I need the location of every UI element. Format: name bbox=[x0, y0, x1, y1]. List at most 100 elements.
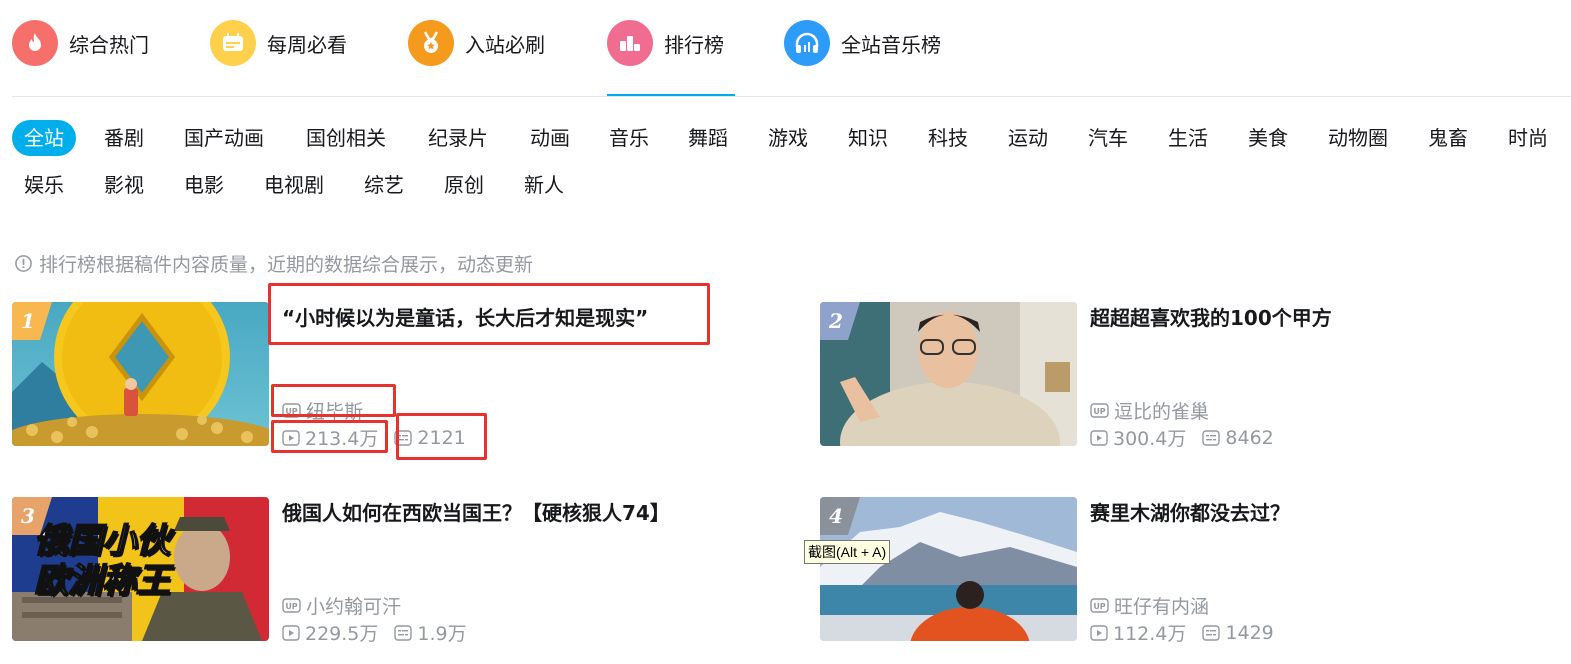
danmaku-count-value: 8462 bbox=[1225, 426, 1274, 449]
category-tab[interactable]: 舞蹈 bbox=[688, 120, 728, 156]
category-tab[interactable]: 电视剧 bbox=[264, 167, 324, 203]
nav-item-weekly[interactable]: 每周必看 bbox=[210, 20, 347, 66]
video-stats: 213.4万 2121 bbox=[282, 424, 482, 451]
category-tab[interactable]: 生活 bbox=[1168, 120, 1208, 156]
headphones-icon bbox=[784, 20, 830, 66]
screenshot-tooltip: 截图(Alt + A) bbox=[804, 540, 891, 564]
category-tab[interactable]: 游戏 bbox=[768, 120, 808, 156]
danmaku-count-value: 1.9万 bbox=[417, 623, 467, 645]
view-count-value: 300.4万 bbox=[1113, 428, 1187, 450]
nav-item-label: 全站音乐榜 bbox=[841, 32, 941, 57]
category-tab[interactable]: 知识 bbox=[848, 120, 888, 156]
nav-item-hot[interactable]: 综合热门 bbox=[12, 20, 149, 66]
nav-item-label: 排行榜 bbox=[664, 32, 724, 57]
calendar-icon bbox=[210, 20, 256, 66]
play-count-icon bbox=[1090, 429, 1108, 446]
category-tab[interactable]: 音乐 bbox=[609, 120, 649, 156]
view-count-value: 112.4万 bbox=[1113, 623, 1187, 645]
video-title[interactable]: “小时候以为是童话，长大后才知是现实” bbox=[282, 302, 648, 331]
danmaku-count: 1429 bbox=[1202, 621, 1274, 644]
category-tab[interactable]: 全站 bbox=[12, 120, 76, 156]
video-card[interactable]: 4 赛里木湖你都没去过？ UP 旺仔有内涵 112.4万 1429 bbox=[820, 497, 1540, 646]
category-tab[interactable]: 综艺 bbox=[364, 167, 404, 203]
category-tab[interactable]: 纪录片 bbox=[428, 120, 488, 156]
danmaku-icon bbox=[394, 429, 413, 446]
nav-item-ranking[interactable]: 排行榜 bbox=[607, 20, 735, 96]
play-count-icon bbox=[1090, 624, 1108, 641]
danmaku-count-value: 2121 bbox=[417, 426, 466, 449]
danmaku-count: 1.9万 bbox=[394, 619, 467, 646]
uploader-name: 逗比的雀巢 bbox=[1114, 401, 1210, 423]
category-tab[interactable]: 动画 bbox=[530, 120, 570, 156]
svg-text:UP: UP bbox=[1093, 602, 1105, 611]
fire-icon bbox=[12, 20, 58, 66]
uploader-name: 纽毕斯 bbox=[306, 401, 364, 423]
video-stats: 300.4万 8462 bbox=[1090, 424, 1290, 451]
category-tab[interactable]: 鬼畜 bbox=[1428, 120, 1468, 156]
view-count-value: 229.5万 bbox=[305, 623, 379, 645]
view-count: 112.4万 bbox=[1090, 619, 1186, 646]
danmaku-icon bbox=[394, 624, 413, 641]
category-tab[interactable]: 国创相关 bbox=[306, 120, 386, 156]
svg-text:UP: UP bbox=[1093, 407, 1105, 416]
uploader-link[interactable]: UP 旺仔有内涵 bbox=[1090, 592, 1209, 619]
play-count-icon bbox=[282, 429, 300, 446]
uploader-name: 旺仔有内涵 bbox=[1114, 596, 1210, 618]
view-count: 229.5万 bbox=[282, 619, 378, 646]
video-thumbnail[interactable]: 俄国小伙 欧洲称王 3 bbox=[12, 497, 269, 641]
video-thumbnail[interactable]: 1 bbox=[12, 302, 269, 446]
uploader-link[interactable]: UP 纽毕斯 bbox=[282, 397, 363, 424]
video-card[interactable]: 2 超超超喜欢我的100个甲方 UP 逗比的雀巢 300.4万 8462 bbox=[820, 302, 1540, 451]
view-count: 300.4万 bbox=[1090, 424, 1186, 451]
category-tab[interactable]: 科技 bbox=[928, 120, 968, 156]
video-card[interactable]: 俄国小伙 欧洲称王 3 俄国人如何在西欧当国王？【硬核狠人74】 UP 小约翰可… bbox=[12, 497, 732, 646]
video-title[interactable]: 超超超喜欢我的100个甲方 bbox=[1090, 302, 1332, 331]
uploader-name: 小约翰可汗 bbox=[306, 596, 402, 618]
category-tab[interactable]: 动物圈 bbox=[1328, 120, 1388, 156]
video-thumbnail[interactable]: 2 bbox=[820, 302, 1077, 446]
up-icon: UP bbox=[282, 403, 301, 418]
up-icon: UP bbox=[1090, 598, 1109, 613]
category-tab[interactable]: 美食 bbox=[1248, 120, 1288, 156]
danmaku-count: 8462 bbox=[1202, 426, 1274, 449]
category-tab[interactable]: 时尚 bbox=[1508, 120, 1548, 156]
danmaku-count: 2121 bbox=[394, 426, 466, 449]
thumbnail-caption-line: 欧洲称王 bbox=[33, 560, 171, 602]
svg-text:UP: UP bbox=[285, 602, 297, 611]
thumbnail-caption: 俄国小伙 欧洲称王 bbox=[33, 520, 171, 602]
nav-item-label: 每周必看 bbox=[267, 32, 347, 57]
nav-divider bbox=[12, 96, 1571, 97]
category-tab[interactable]: 新人 bbox=[524, 167, 564, 203]
medal-icon bbox=[408, 20, 454, 66]
uploader-link[interactable]: UP 逗比的雀巢 bbox=[1090, 397, 1209, 424]
category-tab[interactable]: 影视 bbox=[104, 167, 144, 203]
play-count-icon bbox=[282, 624, 300, 641]
category-tab[interactable]: 国产动画 bbox=[184, 120, 264, 156]
video-title[interactable]: 赛里木湖你都没去过？ bbox=[1090, 497, 1290, 526]
nav-item-must-see[interactable]: 入站必刷 bbox=[408, 20, 545, 66]
nav-item-music-chart[interactable]: 全站音乐榜 bbox=[784, 20, 941, 66]
top-nav: 综合热门 每周必看 入站必刷 排行榜 全站音乐榜 bbox=[12, 20, 1571, 97]
uploader-link[interactable]: UP 小约翰可汗 bbox=[282, 592, 401, 619]
video-title[interactable]: 俄国人如何在西欧当国王？【硬核狠人74】 bbox=[282, 497, 670, 526]
category-tab[interactable]: 汽车 bbox=[1088, 120, 1128, 156]
video-thumbnail[interactable]: 4 bbox=[820, 497, 1077, 641]
category-tab[interactable]: 娱乐 bbox=[24, 167, 64, 203]
notice-text: 排行榜根据稿件内容质量，近期的数据综合展示，动态更新 bbox=[39, 253, 534, 276]
video-stats: 229.5万 1.9万 bbox=[282, 619, 483, 646]
thumbnail-caption-line: 俄国小伙 bbox=[33, 520, 171, 562]
danmaku-count-value: 1429 bbox=[1225, 621, 1274, 644]
category-tab[interactable]: 运动 bbox=[1008, 120, 1048, 156]
category-tab[interactable]: 番剧 bbox=[104, 120, 144, 156]
info-icon bbox=[15, 254, 32, 272]
podium-icon bbox=[607, 20, 653, 66]
danmaku-icon bbox=[1202, 429, 1221, 446]
svg-text:UP: UP bbox=[285, 407, 297, 416]
category-tab[interactable]: 原创 bbox=[444, 167, 484, 203]
category-tab[interactable]: 电影 bbox=[184, 167, 224, 203]
up-icon: UP bbox=[1090, 403, 1109, 418]
video-card[interactable]: 1 “小时候以为是童话，长大后才知是现实” UP 纽毕斯 213.4万 2121 bbox=[12, 302, 732, 451]
view-count-value: 213.4万 bbox=[305, 428, 379, 450]
up-icon: UP bbox=[282, 598, 301, 613]
video-stats: 112.4万 1429 bbox=[1090, 619, 1290, 646]
